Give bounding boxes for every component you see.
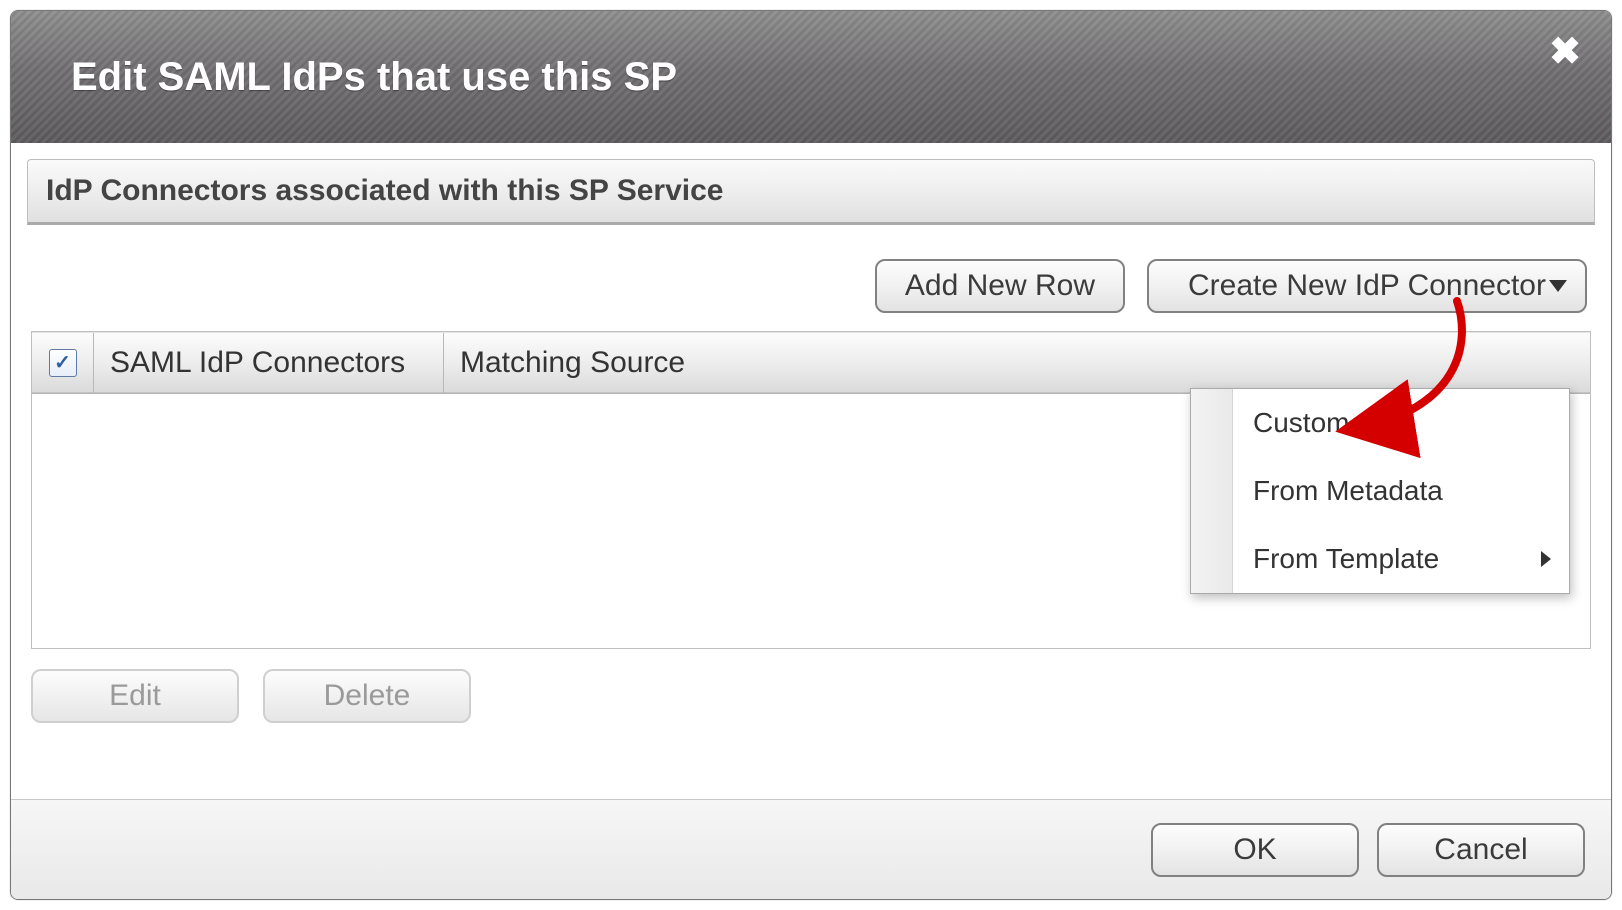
table: SAML IdP Connectors Matching Source Cust… xyxy=(31,331,1591,649)
column-header-matching-source[interactable]: Matching Source xyxy=(444,333,1590,393)
table-header-row: SAML IdP Connectors Matching Source xyxy=(32,332,1590,394)
dialog-header: Edit SAML IdPs that use this SP ✖ xyxy=(11,11,1611,143)
menu-gutter xyxy=(1191,389,1233,593)
lower-buttons: Edit Delete xyxy=(27,649,1595,747)
edit-button-label: Edit xyxy=(109,679,161,713)
create-new-idp-connector-button[interactable]: Create New IdP Connector xyxy=(1147,259,1587,313)
cancel-button-label: Cancel xyxy=(1434,833,1527,867)
column-header-connectors[interactable]: SAML IdP Connectors xyxy=(94,333,444,393)
edit-button[interactable]: Edit xyxy=(31,669,239,723)
menu-item-custom-label: Custom xyxy=(1253,407,1349,439)
menu-item-from-template-label: From Template xyxy=(1253,543,1439,575)
section-title: IdP Connectors associated with this SP S… xyxy=(27,159,1595,225)
cancel-button[interactable]: Cancel xyxy=(1377,823,1585,877)
ok-button[interactable]: OK xyxy=(1151,823,1359,877)
dialog-title: Edit SAML IdPs that use this SP xyxy=(71,55,677,100)
add-new-row-label: Add New Row xyxy=(905,269,1095,303)
delete-button-label: Delete xyxy=(324,679,411,713)
menu-item-from-metadata[interactable]: From Metadata xyxy=(1233,457,1569,525)
create-idp-connector-menu: Custom From Metadata From Template xyxy=(1190,388,1570,594)
menu-item-from-template[interactable]: From Template xyxy=(1233,525,1569,593)
toolbar: Add New Row Create New IdP Connector xyxy=(27,225,1595,331)
menu-item-from-metadata-label: From Metadata xyxy=(1253,475,1443,507)
chevron-down-icon xyxy=(1549,280,1567,292)
delete-button[interactable]: Delete xyxy=(263,669,471,723)
ok-button-label: OK xyxy=(1233,833,1276,867)
menu-item-custom[interactable]: Custom xyxy=(1233,389,1569,457)
dialog: Edit SAML IdPs that use this SP ✖ IdP Co… xyxy=(10,10,1612,900)
create-new-idp-connector-label: Create New IdP Connector xyxy=(1188,269,1546,303)
select-all-header[interactable] xyxy=(32,333,94,393)
dialog-footer: OK Cancel xyxy=(11,799,1611,899)
checkbox-icon[interactable] xyxy=(49,349,77,377)
dialog-body: IdP Connectors associated with this SP S… xyxy=(11,143,1611,799)
close-icon[interactable]: ✖ xyxy=(1549,33,1581,71)
add-new-row-button[interactable]: Add New Row xyxy=(875,259,1125,313)
chevron-right-icon xyxy=(1541,551,1551,567)
